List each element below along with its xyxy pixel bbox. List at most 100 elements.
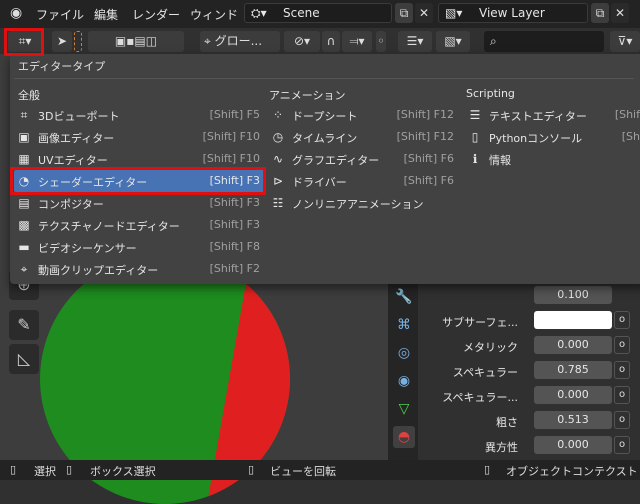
menu-edit[interactable]: 編集: [94, 6, 118, 23]
menu-item-label: 画像エディター: [38, 132, 115, 145]
roughness-link-button[interactable]: o: [614, 411, 630, 429]
menu-item-image-editor[interactable]: ▣ 画像エディター [Shift] F10: [14, 126, 264, 148]
menu-item-label: テキストエディター: [489, 110, 587, 123]
snap-target-dropdown[interactable]: ⫤▾: [342, 31, 372, 52]
menu-item-label: コンポジター: [38, 198, 104, 211]
menu-item-texture-node-editor[interactable]: ▩ テクスチャノードエディター [Shift] F3: [14, 214, 264, 236]
movie-clip-icon: ⌖: [20, 262, 28, 276]
nla-icon: ☷: [272, 196, 284, 210]
specular-tint-link-button[interactable]: o: [614, 386, 630, 404]
menu-item-shortcut: [Shift] F8: [209, 240, 260, 253]
mouse-middle-icon: ▯: [66, 463, 73, 476]
texture-node-icon: ▩: [18, 218, 30, 232]
copy-scene-button[interactable]: ⧉: [395, 3, 413, 23]
menu-item-label: ノンリニアアニメーション: [292, 198, 424, 211]
mouse-rotate-icon: ▯: [248, 463, 255, 476]
menu-item-compositor[interactable]: ▤ コンポジター [Shift] F3: [14, 192, 264, 214]
filter-dropdown[interactable]: ⊽▾: [610, 31, 640, 52]
anisotropic-link-button[interactable]: o: [614, 436, 630, 454]
menu-item-graph-editor[interactable]: ∿ グラフエディター [Shift] F6: [268, 148, 458, 170]
menu-item-info[interactable]: ℹ 情報: [465, 148, 640, 170]
display-mode-dropdown[interactable]: ☰▾: [398, 31, 432, 52]
proportional-edit-button[interactable]: ◦: [376, 31, 386, 52]
search-icon: ⌕: [490, 34, 497, 48]
menu-item-shortcut: [Shift] F10: [202, 152, 260, 165]
menu-item-movie-clip-editor[interactable]: ⌖ 動画クリップエディター [Shift] F2: [14, 258, 264, 280]
anisotropic-label: 異方性: [485, 441, 518, 454]
menu-item-shortcut: [Shift] F2: [209, 262, 260, 275]
menu-item-text-editor[interactable]: ☰ テキストエディター [Shif: [465, 104, 640, 126]
view-options-dropdown[interactable]: ▧▾: [436, 31, 470, 52]
measure-tool-icon[interactable]: ◺: [9, 344, 39, 374]
uv-editor-icon: ▦: [18, 152, 30, 166]
orientation-icon: ⌖: [204, 34, 211, 48]
snap-toggle-button[interactable]: ∩: [322, 31, 340, 52]
subsurface-label: サブサーフェ...: [442, 316, 518, 329]
shader-editor-highlight-box: [10, 167, 266, 195]
menu-item-label: タイムライン: [292, 132, 358, 145]
modifier-tab-icon[interactable]: ⌘: [393, 314, 415, 336]
menu-item-shortcut: [Shift] F5: [209, 108, 260, 121]
menu-item-nonlinear-animation[interactable]: ☷ ノンリニアアニメーション: [268, 192, 458, 214]
select-mode-buttons[interactable]: ▣▪▤◫: [88, 31, 184, 52]
constraints-tab-icon[interactable]: ▽: [393, 398, 415, 420]
specular-label: スペキュラー: [452, 366, 518, 379]
status-box-select: ボックス選択: [90, 465, 156, 478]
menu-item-shortcut: [Shift] F3: [209, 196, 260, 209]
menu-item-3d-viewport[interactable]: ⌗ 3Dビューポート [Shift] F5: [14, 104, 264, 126]
anisotropic-field[interactable]: 0.000: [534, 436, 612, 454]
menu-item-video-sequencer[interactable]: ▬ ビデオシーケンサー [Shift] F8: [14, 236, 264, 258]
subsurface-color-field[interactable]: [534, 311, 612, 329]
menu-item-label: Pythonコンソール: [489, 132, 583, 145]
view-layer-icon: ▧▾: [445, 6, 463, 20]
scene-icon: ⛭▾: [251, 6, 267, 20]
view-layer-name: View Layer: [479, 6, 545, 20]
specular-tint-label: スペキュラー...: [442, 391, 518, 404]
header-toolbar: ⌗▾ ➤ ▣▪▤◫ ⌖ グロー... ⊘▾ ∩ ⫤▾ ◦ ☰▾ ▧▾ ⌕ ⊽▾: [0, 28, 640, 54]
select-tool-button[interactable]: ➤: [52, 31, 72, 52]
menu-item-label: テクスチャノードエディター: [38, 220, 180, 233]
menu-item-label: ビデオシーケンサー: [38, 242, 137, 255]
subsurface-link-button[interactable]: o: [614, 311, 630, 329]
menu-item-python-console[interactable]: ▯ Pythonコンソール [Sh: [465, 126, 640, 148]
metallic-field[interactable]: 0.000: [534, 336, 612, 354]
roughness-field[interactable]: 0.513: [534, 411, 612, 429]
general-heading: 全般: [18, 89, 40, 102]
animation-heading: アニメーション: [269, 89, 346, 102]
search-field[interactable]: ⌕: [484, 31, 604, 52]
menu-item-dope-sheet[interactable]: ⁘ ドープシート [Shift] F12: [268, 104, 458, 126]
physics-tab-icon[interactable]: ◉: [393, 370, 415, 392]
specular-field[interactable]: 0.785: [534, 361, 612, 379]
value-field[interactable]: 0.100: [534, 286, 612, 304]
close-view-layer-button[interactable]: ✕: [611, 3, 629, 23]
material-tab-icon[interactable]: ◓: [393, 426, 415, 448]
metallic-link-button[interactable]: o: [614, 336, 630, 354]
pivot-point-dropdown[interactable]: ⊘▾: [284, 31, 320, 52]
specular-link-button[interactable]: o: [614, 361, 630, 379]
scene-selector[interactable]: ⛭▾ Scene: [244, 3, 392, 23]
top-bar: ◉ ファイル 編集 レンダー ウィンド ⛭▾ Scene ⧉ ✕ ▧▾ View…: [0, 0, 640, 28]
menu-item-timeline[interactable]: ◷ タイムライン [Shift] F12: [268, 126, 458, 148]
editor-type-highlight-box: [4, 28, 44, 56]
annotate-tool-icon[interactable]: ✎: [9, 310, 39, 340]
transform-orientation-dropdown[interactable]: ⌖ グロー...: [200, 31, 280, 52]
image-editor-icon: ▣: [18, 130, 30, 144]
menu-item-label: UVエディター: [38, 154, 108, 167]
menu-item-drivers[interactable]: ⊳ ドライバー [Shift] F6: [268, 170, 458, 192]
scene-name: Scene: [283, 6, 320, 20]
box-select-tool-button[interactable]: [74, 31, 82, 52]
copy-view-layer-button[interactable]: ⧉: [591, 3, 609, 23]
menu-item-label: ドープシート: [292, 110, 358, 123]
status-rotate-view: ビューを回転: [270, 465, 336, 478]
info-icon: ℹ: [472, 152, 478, 166]
menu-file[interactable]: ファイル: [36, 6, 84, 23]
close-scene-button[interactable]: ✕: [415, 3, 433, 23]
menu-render[interactable]: レンダー: [132, 6, 180, 23]
specular-tint-field[interactable]: 0.000: [534, 386, 612, 404]
metallic-label: メタリック: [463, 341, 518, 354]
menu-window[interactable]: ウィンド: [190, 6, 238, 23]
tool-tab-icon[interactable]: 🔧: [393, 286, 415, 308]
view-layer-selector[interactable]: ▧▾ View Layer: [438, 3, 588, 23]
particles-tab-icon[interactable]: ◎: [393, 342, 415, 364]
blender-logo-icon[interactable]: ◉: [10, 5, 22, 21]
